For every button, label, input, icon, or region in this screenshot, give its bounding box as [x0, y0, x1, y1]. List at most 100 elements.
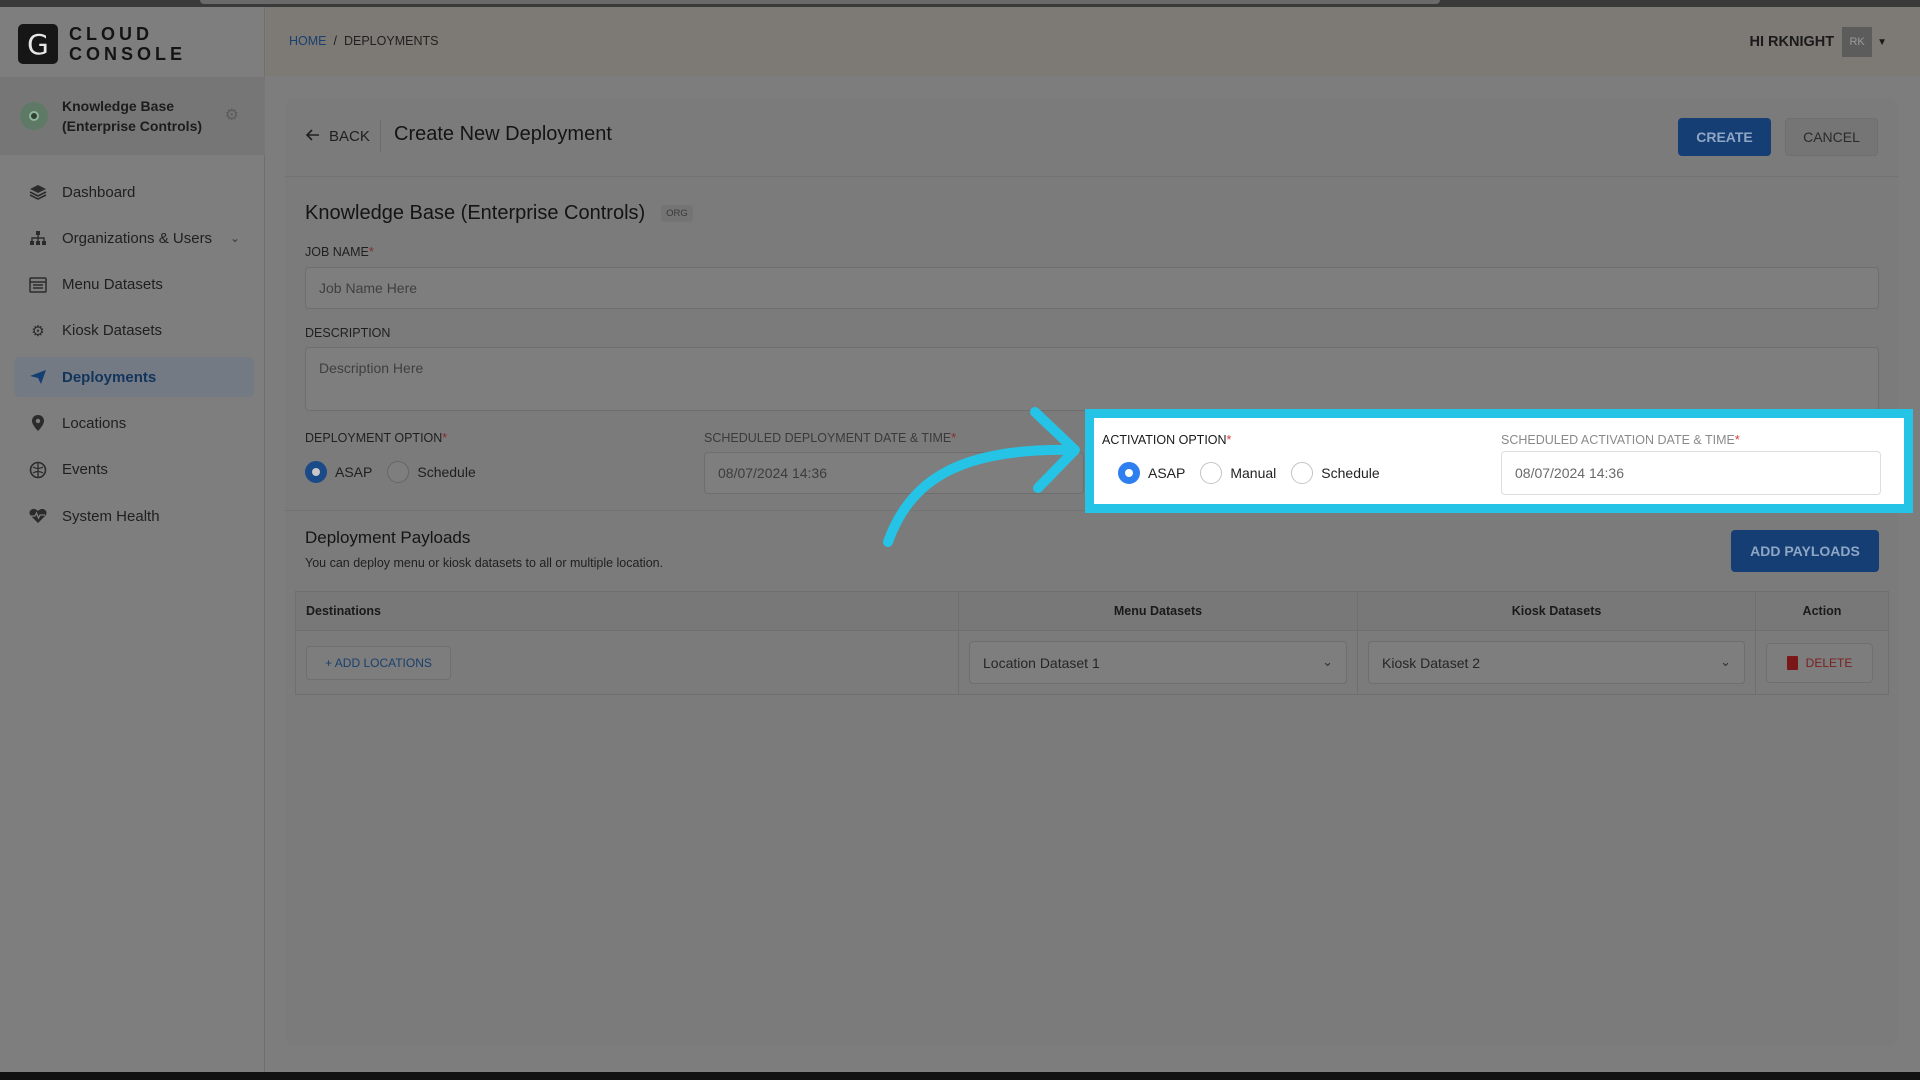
activation-option-label: ACTIVATION OPTION* [1102, 433, 1231, 447]
sidebar-item-label: Kiosk Datasets [62, 322, 163, 340]
job-name-input[interactable] [305, 267, 1879, 309]
radio-label: Manual [1230, 465, 1277, 481]
page-title: Create New Deployment [394, 123, 612, 145]
kiosk-dataset-select[interactable]: Kiosk Dataset 2 ⌄ [1368, 641, 1745, 684]
sidebar-item-events[interactable]: Events [14, 450, 254, 490]
add-locations-button[interactable]: + ADD LOCATIONS [306, 645, 451, 680]
activation-radio-manual[interactable]: Manual [1200, 462, 1276, 484]
description-label: DESCRIPTION [305, 326, 391, 340]
form-title: Knowledge Base (Enterprise Controls) ORG [305, 202, 693, 225]
delete-label: DELETE [1805, 655, 1853, 670]
menu-dataset-select[interactable]: Location Dataset 1 ⌄ [969, 641, 1347, 684]
sidebar-item-deployments[interactable]: Deployments [14, 357, 254, 398]
breadcrumb-separator: / [333, 34, 337, 48]
activation-radio-schedule[interactable]: Schedule [1291, 462, 1380, 484]
caret-down-icon[interactable]: ▼ [1877, 37, 1887, 48]
sidebar-item-label: System Health [62, 507, 160, 525]
table-header-row: Destinations Menu Datasets Kiosk Dataset… [295, 591, 1889, 631]
job-name-label-text: JOB NAME [305, 245, 369, 259]
scheduled-activation-input[interactable] [1501, 451, 1881, 495]
breadcrumb-home[interactable]: HOME [289, 34, 327, 48]
menu-icon [28, 275, 48, 295]
sidebar-item-system-health[interactable]: System Health [14, 496, 254, 536]
delete-button[interactable]: DELETE [1766, 642, 1873, 683]
activation-radio-asap[interactable]: ASAP [1118, 462, 1185, 484]
deployment-radio-schedule[interactable]: Schedule [387, 461, 476, 483]
org-location-icon [20, 102, 48, 130]
activation-option-group: ASAP Manual Schedule [1118, 462, 1395, 484]
sidebar-item-label: Events [62, 461, 108, 479]
column-kiosk-datasets: Kiosk Datasets [1357, 591, 1756, 631]
payloads-title: Deployment Payloads [305, 528, 471, 547]
select-value: Location Dataset 1 [983, 654, 1100, 671]
destinations-cell: + ADD LOCATIONS [295, 630, 959, 695]
logo-line-2: CONSOLE [69, 44, 187, 64]
payloads-subtitle: You can deploy menu or kiosk datasets to… [305, 556, 664, 570]
scheduled-activation-label: SCHEDULED ACTIVATION DATE & TIME* [1501, 433, 1740, 447]
sidebar-item-menu-datasets[interactable]: Menu Datasets [14, 265, 254, 305]
back-button[interactable]: BACK [305, 128, 370, 145]
description-input[interactable] [305, 347, 1879, 411]
map-pin-icon [28, 413, 48, 433]
avatar[interactable]: RK [1842, 27, 1873, 57]
sidebar-nav: Dashboard Organizations & Users ⌄ Menu D… [14, 172, 254, 542]
callout-arrow-icon [883, 407, 1080, 547]
add-payloads-button[interactable]: ADD PAYLOADS [1731, 530, 1879, 572]
sidebar-item-label: Menu Datasets [62, 276, 163, 294]
sidebar-item-dashboard[interactable]: Dashboard [14, 172, 254, 212]
sidebar-item-label: Locations [62, 414, 127, 432]
column-destinations: Destinations [295, 591, 959, 631]
create-button[interactable]: CREATE [1678, 118, 1771, 156]
deployment-radio-asap[interactable]: ASAP [305, 461, 372, 483]
column-action: Action [1755, 591, 1889, 631]
trash-icon [1786, 655, 1798, 670]
required-asterisk: * [1226, 433, 1232, 447]
gear-icon[interactable]: ⚙ [225, 105, 239, 125]
layers-icon [28, 182, 48, 202]
org-title: Knowledge Base (Enterprise Controls) [305, 202, 646, 224]
browser-top-strip [0, 0, 1920, 7]
sidebar-item-organizations-users[interactable]: Organizations & Users ⌄ [14, 218, 254, 258]
sidebar-item-label: Organizations & Users [62, 229, 213, 247]
bottom-strip [0, 1072, 1920, 1080]
user-menu[interactable]: HI RKNIGHT RK ▼ [1749, 27, 1887, 57]
sidebar-item-label: Deployments [62, 368, 157, 386]
sidebar-item-kiosk-datasets[interactable]: ⚙ Kiosk Datasets [14, 311, 254, 351]
logo-mark: G [18, 24, 58, 64]
radio-unchecked[interactable] [1291, 462, 1314, 484]
logo-line-1: CLOUD [69, 24, 153, 44]
sidebar-item-locations[interactable]: Locations [14, 403, 254, 443]
breadcrumb: HOME / DEPLOYMENTS [289, 34, 438, 48]
menu-dataset-cell: Location Dataset 1 ⌄ [958, 630, 1358, 695]
chevron-down-icon[interactable]: ⌄ [230, 231, 240, 245]
app-logo[interactable]: G CLOUD CONSOLE [18, 24, 186, 64]
radio-unchecked[interactable] [387, 461, 410, 483]
top-header: HOME / DEPLOYMENTS HI RKNIGHT RK ▼ [266, 7, 1920, 76]
back-label: BACK [329, 128, 370, 145]
action-cell: DELETE [1755, 630, 1889, 695]
cancel-button[interactable]: CANCEL [1785, 118, 1878, 156]
user-greeting: HI RKNIGHT [1749, 34, 1835, 50]
deployment-option-label: DEPLOYMENT OPTION* [305, 431, 447, 445]
table-row: + ADD LOCATIONS Location Dataset 1 ⌄ Kio… [295, 630, 1889, 695]
breadcrumb-current: DEPLOYMENTS [343, 34, 439, 48]
payloads-table: Destinations Menu Datasets Kiosk Dataset… [295, 591, 1889, 695]
radio-checked[interactable] [305, 461, 327, 483]
radio-unchecked[interactable] [1200, 462, 1223, 484]
arrow-left-icon [305, 128, 320, 145]
events-icon [28, 460, 48, 480]
org-chart-icon [28, 228, 48, 248]
chevron-down-icon: ⌄ [1322, 655, 1333, 670]
org-switcher[interactable]: Knowledge Base (Enterprise Controls) ⚙ [0, 77, 265, 155]
header-divider [380, 120, 381, 152]
activation-option-label-text: ACTIVATION OPTION [1102, 433, 1227, 447]
activation-option-highlight: ACTIVATION OPTION* ASAP Manual Schedule … [1085, 409, 1913, 513]
card-header: BACK Create New Deployment CREATE CANCEL [285, 98, 1898, 177]
radio-label: ASAP [1148, 465, 1186, 481]
required-asterisk: * [1734, 433, 1740, 447]
paper-plane-icon [28, 367, 48, 387]
kiosk-dataset-cell: Kiosk Dataset 2 ⌄ [1357, 630, 1756, 695]
radio-checked[interactable] [1118, 462, 1140, 484]
logo-text: CLOUD CONSOLE [69, 24, 186, 64]
deployment-option-label-text: DEPLOYMENT OPTION [305, 431, 443, 445]
